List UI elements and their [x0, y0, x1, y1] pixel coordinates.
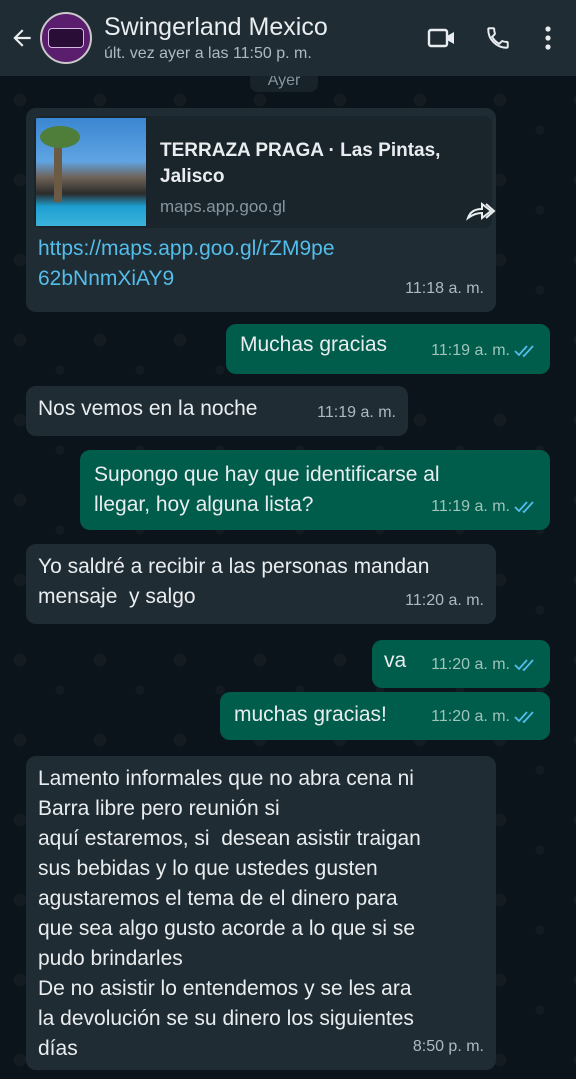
message-meta: 8:50 p. m.: [413, 1032, 484, 1062]
double-check-icon: [514, 711, 534, 724]
double-check-icon: [514, 345, 534, 358]
message-time: 11:20 a. m.: [405, 592, 484, 609]
message-meta: 11:18 a. m.: [405, 274, 484, 304]
message-text: Lamento informales que no abra cena ni B…: [38, 767, 421, 1060]
message-bubble-outgoing[interactable]: muchas gracias! 11:20 a. m.: [220, 692, 550, 740]
message-time: 8:50 p. m.: [412, 1038, 484, 1055]
message-text: Muchas gracias: [240, 333, 388, 356]
message-bubble-incoming[interactable]: Lamento informales que no abra cena ni B…: [26, 756, 496, 1070]
more-vert-icon[interactable]: [526, 0, 570, 76]
message-bubble-incoming[interactable]: TERRAZA PRAGA · Las Pintas, Jalisco maps…: [26, 108, 496, 312]
chat-header: Swingerland Mexico últ. vez ayer a las 1…: [0, 0, 576, 76]
contact-name: Swingerland Mexico: [104, 13, 328, 41]
video-call-icon[interactable]: [414, 0, 470, 76]
message-text: Nos vemos en la noche: [38, 397, 258, 420]
message-text: muchas gracias!: [234, 703, 387, 726]
back-arrow-icon[interactable]: [6, 0, 38, 76]
message-meta: 11:20 a. m.: [431, 702, 538, 732]
link-preview-domain: maps.app.goo.gl: [160, 197, 286, 216]
message-meta: 11:20 a. m.: [431, 650, 538, 680]
message-bubble-outgoing[interactable]: Muchas gracias 11:19 a. m.: [226, 324, 550, 374]
phone-call-icon[interactable]: [470, 0, 526, 76]
message-time: 11:20 a. m.: [431, 708, 510, 725]
message-text: Supongo que hay que identificarse al lle…: [94, 463, 440, 516]
avatar-logo: [48, 28, 84, 48]
message-time: 11:20 a. m.: [431, 656, 510, 673]
double-check-icon: [514, 501, 534, 514]
message-time: 11:19 a. m.: [317, 404, 396, 421]
last-seen-status: últ. vez ayer a las 11:50 p. m.: [104, 45, 312, 62]
message-time: 11:18 a. m.: [405, 280, 484, 297]
double-check-icon: [514, 659, 534, 672]
message-bubble-outgoing[interactable]: Supongo que hay que identificarse al lle…: [80, 450, 550, 530]
message-bubble-outgoing[interactable]: va 11:20 a. m.: [372, 640, 550, 688]
message-meta: 11:19 a. m.: [317, 398, 396, 428]
forward-icon[interactable]: [460, 196, 500, 226]
link-preview-card[interactable]: TERRAZA PRAGA · Las Pintas, Jalisco maps…: [34, 116, 492, 228]
message-link[interactable]: https://maps.app.goo.gl/rZM9pe62bNnmXiAY…: [38, 234, 338, 294]
message-time: 11:19 a. m.: [431, 342, 510, 359]
message-meta: 11:19 a. m.: [431, 336, 538, 366]
message-text: Yo saldré a recibir a las personas manda…: [38, 555, 430, 608]
palm-tree-leaves: [40, 126, 80, 148]
link-preview-thumbnail: [36, 118, 146, 226]
message-bubble-incoming[interactable]: Nos vemos en la noche 11:19 a. m.: [26, 386, 408, 436]
message-meta: 11:20 a. m.: [405, 586, 484, 616]
message-meta: 11:19 a. m.: [431, 492, 538, 522]
message-text: va: [384, 649, 407, 672]
message-time: 11:19 a. m.: [431, 498, 510, 515]
message-bubble-incoming[interactable]: Yo saldré a recibir a las personas manda…: [26, 544, 496, 624]
avatar[interactable]: [40, 12, 92, 64]
contact-info[interactable]: Swingerland Mexico últ. vez ayer a las 1…: [104, 12, 414, 64]
link-preview-title: TERRAZA PRAGA · Las Pintas, Jalisco: [160, 140, 441, 187]
